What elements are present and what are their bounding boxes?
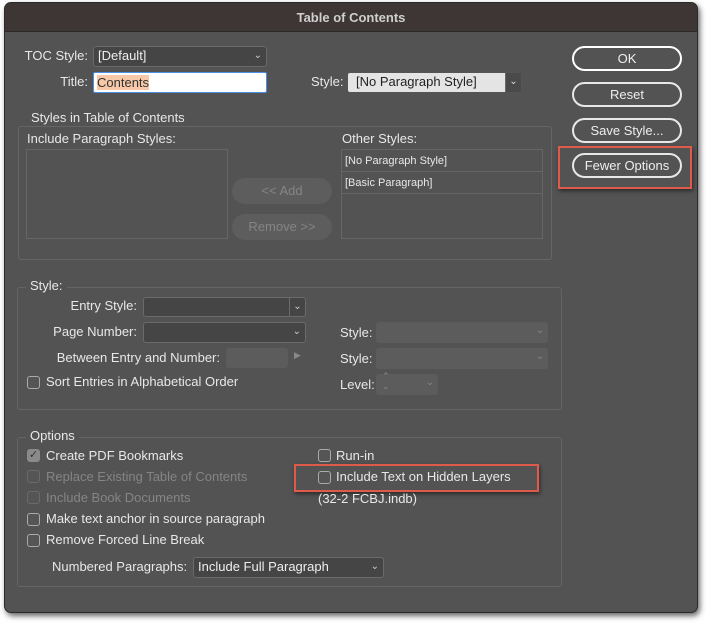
make-anchor-label: Make text anchor in source paragraph <box>46 511 265 526</box>
run-in-label: Run-in <box>336 448 375 463</box>
create-pdf-checkbox[interactable]: ✓ <box>27 449 40 462</box>
highlight-box <box>294 464 539 492</box>
title-style-select[interactable]: [No Paragraph Style] ⌄ <box>347 72 522 93</box>
ok-button[interactable]: OK <box>572 46 682 71</box>
options-group-label: Options <box>26 428 79 444</box>
style-group-label: Style: <box>26 278 67 294</box>
book-file-label: (32-2 FCBJ.indb) <box>318 491 417 506</box>
chevron-down-icon: ⌄ <box>289 298 305 316</box>
include-styles-list[interactable] <box>26 149 228 239</box>
title-input-value: Contents <box>97 75 150 90</box>
title-bar: Table of Contents <box>5 3 697 32</box>
include-styles-label: Include Paragraph Styles: <box>27 131 176 146</box>
numbered-paragraphs-select[interactable]: Include Full Paragraph ⌄ <box>193 557 384 578</box>
run-in-checkbox[interactable] <box>318 449 331 462</box>
level-label: Level: <box>340 377 375 392</box>
make-anchor-checkbox[interactable] <box>27 513 40 526</box>
remove-break-label: Remove Forced Line Break <box>46 532 205 547</box>
page-number-select[interactable]: ⌄ <box>143 322 306 343</box>
remove-button[interactable]: Remove >> <box>232 214 332 240</box>
title-style-value: [No Paragraph Style] <box>356 74 477 89</box>
toc-style-value: [Default] <box>98 48 147 63</box>
chevron-down-icon: ⌄ <box>535 325 544 336</box>
remove-break-checkbox[interactable] <box>27 534 40 547</box>
chevron-down-icon: ⌄ <box>425 377 434 388</box>
list-item[interactable]: [No Paragraph Style] <box>342 150 542 172</box>
replace-label: Replace Existing Table of Contents <box>46 469 248 484</box>
toc-style-label: TOC Style: <box>24 48 88 63</box>
between-label: Between Entry and Number: <box>56 350 220 365</box>
include-book-checkbox[interactable] <box>27 491 40 504</box>
other-styles-label: Other Styles: <box>342 131 418 146</box>
chevron-down-icon: ⌄ <box>535 351 544 362</box>
save-style-button[interactable]: Save Style... <box>572 118 682 143</box>
stepper-arrows-icon[interactable]: ⌃ ⌄ <box>382 371 390 391</box>
between-style-select[interactable]: ⌄ <box>376 348 548 369</box>
other-styles-list[interactable]: [No Paragraph Style] [Basic Paragraph] <box>341 149 543 239</box>
triangle-right-icon[interactable]: ▶ <box>294 350 301 361</box>
reset-button[interactable]: Reset <box>572 82 682 107</box>
highlight-box <box>558 146 692 189</box>
sort-checkbox[interactable] <box>27 376 40 389</box>
chevron-down-icon: ⌄ <box>253 50 262 61</box>
entry-style-label: Entry Style: <box>70 298 137 313</box>
level-stepper[interactable]: ⌃ ⌄ ⌄ <box>376 371 438 395</box>
numbered-paragraphs-label: Numbered Paragraphs: <box>52 559 188 574</box>
page-number-label: Page Number: <box>53 324 137 339</box>
chevron-down-icon: ⌄ <box>505 73 521 92</box>
entry-style-select[interactable]: ⌄ <box>143 297 306 317</box>
add-button[interactable]: << Add <box>232 178 332 204</box>
between-input[interactable] <box>226 348 288 368</box>
include-book-label: Include Book Documents <box>46 490 191 505</box>
chevron-down-icon: ⌄ <box>292 326 301 337</box>
list-item[interactable]: [Basic Paragraph] <box>342 172 542 194</box>
styles-group-label: Styles in Table of Contents <box>27 110 189 126</box>
create-pdf-label: Create PDF Bookmarks <box>46 448 184 463</box>
chevron-down-icon: ⌄ <box>370 561 379 572</box>
page-number-style-label: Style: <box>340 325 373 340</box>
page-number-style-select[interactable]: ⌄ <box>376 322 548 343</box>
title-input[interactable]: Contents <box>93 72 267 93</box>
toc-style-select[interactable]: [Default] ⌄ <box>93 46 267 67</box>
title-style-label: Style: <box>311 74 344 89</box>
between-style-label: Style: <box>340 351 373 366</box>
numbered-paragraphs-value: Include Full Paragraph <box>198 559 329 574</box>
sort-label: Sort Entries in Alphabetical Order <box>46 374 239 389</box>
replace-checkbox[interactable] <box>27 470 40 483</box>
title-label: Title: <box>60 74 88 89</box>
